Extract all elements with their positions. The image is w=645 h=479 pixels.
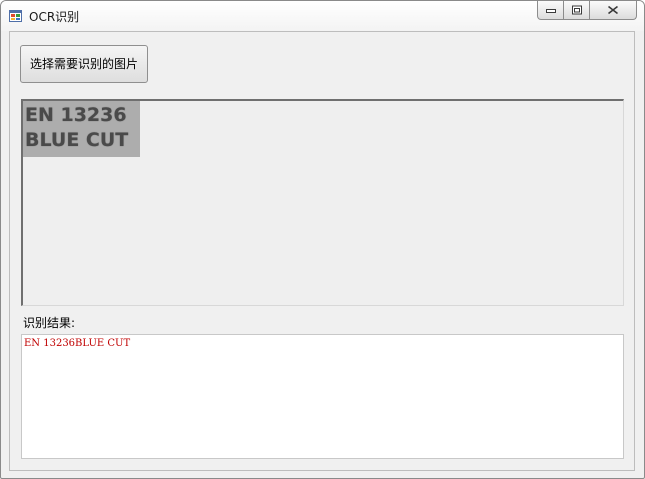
- maximize-icon: [571, 5, 582, 15]
- select-image-button[interactable]: 选择需要识别的图片: [20, 45, 148, 83]
- title-bar[interactable]: OCR识别: [1, 1, 644, 31]
- caption-buttons: [537, 1, 637, 20]
- close-icon: [608, 5, 618, 15]
- minimize-icon: [545, 9, 556, 13]
- result-textbox[interactable]: EN 13236BLUE CUT: [21, 334, 624, 459]
- app-form-icon: [9, 10, 22, 22]
- image-preview-box: EN 13236 BLUE CUT: [21, 99, 624, 306]
- close-button[interactable]: [590, 1, 637, 20]
- preview-text-line-2: BLUE CUT: [25, 129, 129, 151]
- maximize-button[interactable]: [564, 1, 590, 20]
- preview-text-line-1: EN 13236: [25, 104, 127, 126]
- preview-image: EN 13236 BLUE CUT: [23, 101, 140, 157]
- result-label: 识别结果:: [23, 316, 76, 330]
- minimize-button[interactable]: [537, 1, 564, 20]
- window-title: OCR识别: [29, 10, 80, 24]
